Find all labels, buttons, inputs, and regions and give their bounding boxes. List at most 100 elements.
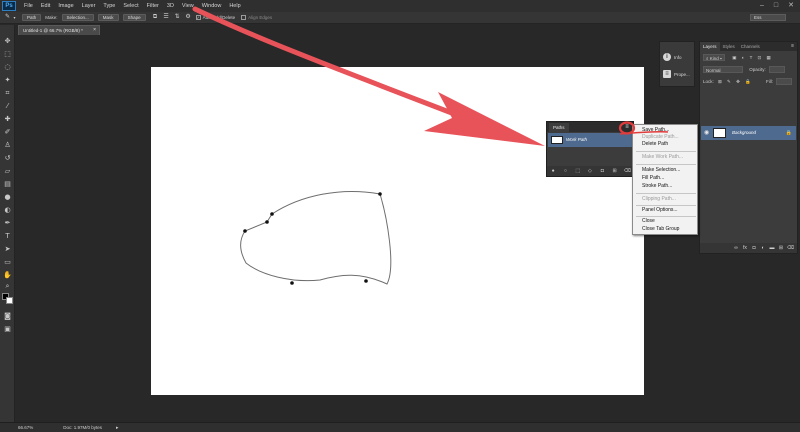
menu-image[interactable]: Image (58, 3, 73, 9)
menu-view[interactable]: View (182, 3, 194, 9)
new-layer-icon[interactable]: ⊞ (778, 245, 784, 251)
zoom-level[interactable]: 66.67% (18, 425, 33, 430)
quick-mask-icon[interactable]: ◙ (3, 312, 12, 321)
close-icon[interactable]: ✕ (788, 2, 794, 9)
anchor-point[interactable] (265, 220, 269, 224)
new-group-icon[interactable]: ▬ (769, 245, 775, 251)
anchor-point[interactable] (378, 192, 382, 196)
shape-tool-icon[interactable]: ▭ (3, 258, 12, 267)
add-mask-icon[interactable]: ◘ (599, 168, 605, 174)
eyedropper-tool-icon[interactable]: ⁄ (3, 102, 12, 111)
properties-panel-button[interactable]: ≡ Prope... (663, 67, 693, 81)
quick-selection-tool-icon[interactable]: ✦ (3, 76, 12, 85)
tab-channels[interactable]: Channels (738, 42, 763, 51)
tool-mode-select[interactable]: Path (22, 14, 42, 21)
fill-field[interactable] (776, 78, 793, 85)
trash-icon[interactable]: ⌫ (787, 245, 794, 251)
menu-layer[interactable]: Layer (82, 3, 96, 9)
anchor-point[interactable] (243, 229, 247, 233)
path-operations-icon[interactable]: ⧉ (152, 14, 159, 21)
path-arrangement-icon[interactable]: ⇅ (174, 14, 181, 21)
history-brush-tool-icon[interactable]: ↺ (3, 154, 12, 163)
hand-tool-icon[interactable]: ✋ (3, 271, 12, 280)
layer-style-icon[interactable]: fx (742, 245, 748, 251)
gradient-tool-icon[interactable]: ▤ (3, 180, 12, 189)
blend-mode-select[interactable]: Normal (703, 66, 743, 73)
trash-icon[interactable]: ⌫ (624, 168, 631, 174)
make-mask-button[interactable]: Mask (97, 14, 119, 21)
menu-item-delete-path[interactable]: Delete Path (642, 141, 668, 148)
menu-item-panel-options[interactable]: Panel Options... (642, 207, 678, 214)
link-layers-icon[interactable]: ∞ (733, 245, 739, 251)
layer-row-background[interactable]: ◉ Background 🔒 (701, 126, 796, 140)
align-edges-checkbox[interactable] (241, 15, 247, 20)
workspace-select[interactable]: Ess (750, 14, 786, 21)
menu-filter[interactable]: Filter (147, 3, 159, 9)
brush-tool-icon[interactable]: ✐ (3, 128, 12, 137)
load-as-selection-icon[interactable]: ⬚ (575, 168, 581, 174)
auto-add-delete-checkbox[interactable]: ✓ (195, 15, 201, 20)
new-path-icon[interactable]: ⊞ (612, 168, 618, 174)
move-tool-icon[interactable]: ✥ (3, 37, 12, 46)
menu-type[interactable]: Type (103, 3, 115, 9)
type-tool-icon[interactable]: T (3, 232, 12, 241)
pen-tool-icon[interactable]: ✒ (3, 219, 12, 228)
anchor-point[interactable] (364, 279, 368, 283)
menu-window[interactable]: Window (202, 3, 222, 9)
menu-3d[interactable]: 3D (167, 3, 174, 9)
menu-item-close-tab-group[interactable]: Close Tab Group (642, 226, 679, 233)
menu-file[interactable]: File (24, 3, 33, 9)
layer-filter-kind-select[interactable]: ⌕ Kind ▾ (703, 54, 725, 61)
pen-tool-preset-icon[interactable]: ✎ (4, 14, 11, 21)
dodge-tool-icon[interactable]: ◐ (3, 206, 12, 215)
anchor-point[interactable] (290, 281, 294, 285)
eye-icon[interactable]: ◉ (704, 129, 709, 137)
filter-type-icons[interactable]: ▣ ◐ T ⊡ ▦ (732, 55, 773, 60)
maximize-icon[interactable]: □ (774, 2, 778, 9)
stroke-path-icon[interactable]: ○ (562, 168, 568, 174)
tab-paths[interactable]: Paths (549, 123, 569, 132)
make-selection-button[interactable]: Selection... (61, 14, 94, 21)
marquee-tool-icon[interactable]: ⬚ (3, 50, 12, 59)
lock-options-icons[interactable]: ⊠ ✎ ✥ 🔒 (718, 79, 753, 84)
path-row-work-path[interactable]: Work Path (548, 133, 632, 147)
minimize-icon[interactable]: – (760, 2, 764, 9)
make-shape-button[interactable]: Shape (122, 14, 146, 21)
panel-menu-icon[interactable]: ≡ (623, 124, 631, 131)
menu-item-save-path[interactable]: Save Path... (642, 127, 669, 134)
zoom-tool-icon[interactable]: ⌕ (3, 282, 12, 291)
eraser-tool-icon[interactable]: ▱ (3, 167, 12, 176)
adjustment-layer-icon[interactable]: ◐ (760, 245, 766, 251)
document-canvas[interactable] (151, 67, 644, 395)
healing-brush-tool-icon[interactable]: ✚ (3, 115, 12, 124)
fill-path-icon[interactable]: ● (550, 168, 556, 174)
info-panel-button[interactable]: i Info (663, 50, 693, 64)
panel-menu-icon[interactable]: ≡ (791, 42, 794, 51)
gear-icon[interactable]: ⚙ (185, 14, 192, 21)
path-selection-tool-icon[interactable]: ➤ (3, 245, 12, 254)
menu-item-fill-path[interactable]: Fill Path... (642, 175, 664, 182)
add-mask-icon[interactable]: ◘ (751, 245, 757, 251)
clone-stamp-tool-icon[interactable]: ♙ (3, 141, 12, 150)
crop-tool-icon[interactable]: ⌗ (3, 89, 12, 98)
document-tab[interactable]: Untitled-1 @ 66.7% (RGB/8) * × (18, 25, 100, 35)
menu-item-close[interactable]: Close (642, 218, 655, 225)
close-icon[interactable]: × (93, 26, 96, 35)
menu-help[interactable]: Help (229, 3, 240, 9)
status-menu-arrow-icon[interactable]: ▸ (116, 425, 119, 431)
tab-styles[interactable]: Styles (720, 42, 738, 51)
background-color-swatch[interactable] (6, 297, 13, 304)
menu-select[interactable]: Select (123, 3, 138, 9)
lasso-tool-icon[interactable]: ◌ (3, 63, 12, 72)
make-work-path-icon[interactable]: ◇ (587, 168, 593, 174)
menu-item-stroke-path[interactable]: Stroke Path... (642, 183, 672, 190)
screen-mode-icon[interactable]: ▣ (3, 325, 12, 334)
menu-item-make-selection[interactable]: Make Selection... (642, 167, 680, 174)
menu-edit[interactable]: Edit (41, 3, 50, 9)
blur-tool-icon[interactable]: ● (3, 193, 12, 202)
tab-layers[interactable]: Layers (700, 42, 720, 51)
path-alignment-icon[interactable]: ☰ (163, 14, 170, 21)
opacity-field[interactable] (769, 66, 786, 73)
anchor-point[interactable] (270, 212, 274, 216)
chevron-down-icon[interactable]: ▾ (11, 14, 18, 21)
